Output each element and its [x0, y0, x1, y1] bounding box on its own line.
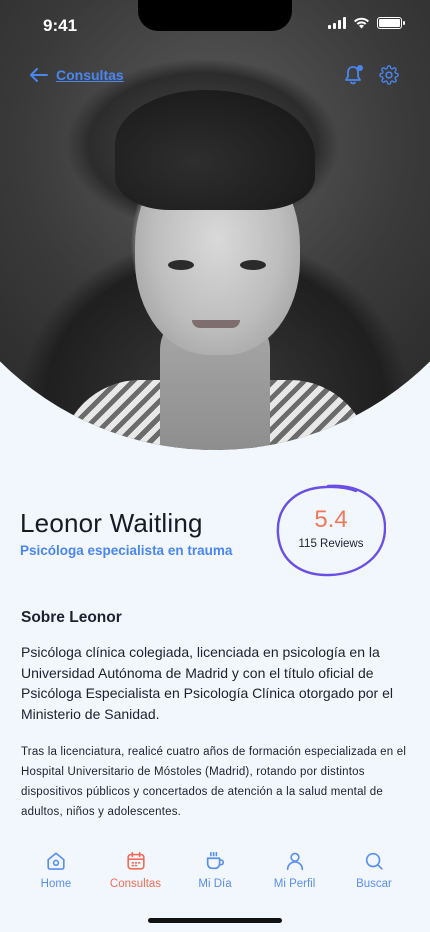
- tab-label: Buscar: [356, 878, 392, 890]
- gear-icon: [379, 65, 399, 85]
- tab-label: Home: [40, 878, 72, 890]
- reviews-count: 115 Reviews: [298, 538, 364, 550]
- photo-mouth: [192, 320, 240, 328]
- tab-home[interactable]: Home: [18, 850, 94, 890]
- settings-button[interactable]: [378, 64, 400, 86]
- tab-buscar[interactable]: Buscar: [336, 850, 412, 890]
- home-icon: [47, 852, 65, 870]
- tab-mi-perfil[interactable]: Mi Perfil: [257, 850, 333, 890]
- tab-mi-dia[interactable]: Mi Día: [177, 850, 253, 890]
- rating-score: 5.4: [314, 506, 348, 533]
- rating-badge[interactable]: 5.4 115 Reviews: [276, 482, 386, 578]
- photo-hair: [115, 90, 315, 210]
- wifi-icon: [354, 17, 369, 29]
- doctor-specialty: Psicóloga especialista en trauma: [20, 543, 233, 558]
- status-time: 9:41: [43, 16, 78, 35]
- home-indicator[interactable]: [148, 918, 282, 923]
- search-icon: [365, 852, 383, 870]
- about-paragraph-secondary: Tras la licenciatura, realicé cuatro año…: [21, 746, 407, 818]
- back-button[interactable]: Consultas: [30, 67, 124, 83]
- arrow-left-icon: [30, 68, 48, 82]
- photo-eye: [240, 260, 266, 270]
- system-icons: [328, 17, 405, 29]
- doctor-profile-screen: 9:41 Consultas Leonor Waitling Psicóloga…: [0, 0, 430, 932]
- notifications-button[interactable]: [342, 64, 364, 86]
- photo-eye: [168, 260, 194, 270]
- battery-icon: [377, 17, 405, 29]
- calendar-icon: [126, 851, 145, 870]
- about-heading: Sobre Leonor: [21, 609, 122, 626]
- user-icon: [286, 852, 303, 871]
- tab-label: Mi Día: [198, 878, 232, 890]
- back-button-label: Consultas: [56, 67, 124, 83]
- cellular-signal-icon: [328, 17, 346, 29]
- tab-consultas[interactable]: Consultas: [98, 850, 174, 890]
- cup-icon: [206, 851, 225, 870]
- top-navigation: Consultas: [30, 62, 400, 88]
- about-paragraph: Psicóloga clínica colegiada, licenciada …: [21, 644, 393, 722]
- notification-dot: [357, 65, 363, 71]
- device-notch: [138, 0, 292, 31]
- tab-label: Mi Perfil: [273, 878, 316, 890]
- tab-label: Consultas: [109, 878, 162, 890]
- status-bar: 9:41: [0, 0, 430, 50]
- doctor-name: Leonor Waitling: [20, 508, 203, 538]
- top-actions: [342, 64, 400, 86]
